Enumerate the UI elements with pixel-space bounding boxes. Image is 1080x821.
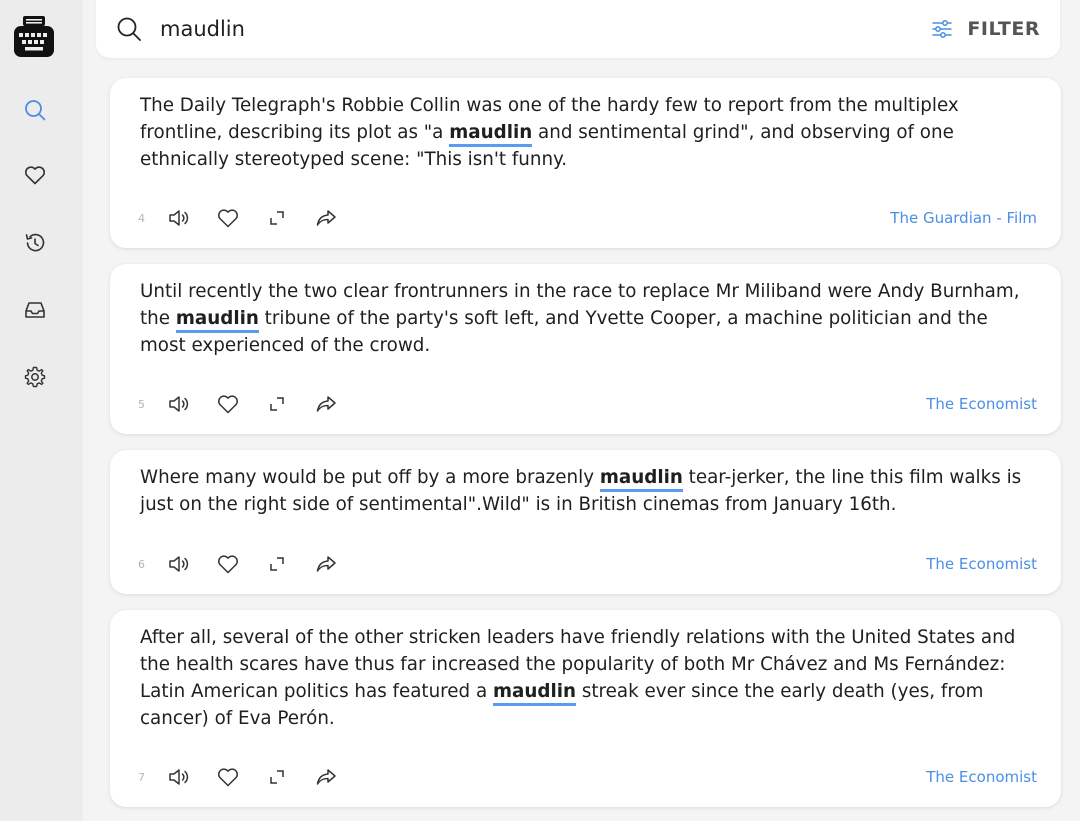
result-index: 7 <box>138 770 145 784</box>
highlighted-word: maudlin <box>599 467 683 492</box>
card-actions: 5 <box>138 389 350 419</box>
sentence-after: tribune of the party's soft left, and Yv… <box>140 308 988 356</box>
speak-button[interactable] <box>154 549 203 579</box>
main-content: FILTER The Daily Telegraph's Robbie Coll… <box>83 0 1080 821</box>
sidebar-item-favorites[interactable] <box>20 160 50 190</box>
card-actions: 4 <box>138 203 350 233</box>
expand-icon <box>269 211 284 225</box>
expand-icon <box>269 770 284 784</box>
expand-button[interactable] <box>252 762 301 792</box>
highlighted-word: maudlin <box>449 122 533 147</box>
heart-icon <box>217 768 238 787</box>
result-index: 5 <box>138 397 145 411</box>
card-actions: 7 <box>138 762 350 792</box>
speaker-icon <box>168 556 188 572</box>
highlighted-word: maudlin <box>492 681 577 706</box>
gear-icon <box>24 366 46 388</box>
favorite-button[interactable] <box>203 389 252 419</box>
heart-icon <box>217 555 238 574</box>
expand-icon <box>269 397 284 411</box>
expand-button[interactable] <box>252 389 301 419</box>
search-bar: FILTER <box>96 0 1060 58</box>
heart-icon <box>217 209 238 228</box>
share-button[interactable] <box>301 203 350 233</box>
speaker-icon <box>168 396 188 412</box>
speak-button[interactable] <box>154 389 203 419</box>
result-index: 6 <box>138 557 145 571</box>
favorite-button[interactable] <box>203 549 252 579</box>
source-link[interactable]: The Economist <box>926 555 1037 573</box>
speaker-icon <box>168 769 188 785</box>
favorite-button[interactable] <box>203 203 252 233</box>
result-sentence: Until recently the two clear frontrunner… <box>140 278 1035 359</box>
share-button[interactable] <box>301 762 350 792</box>
share-icon <box>316 769 336 785</box>
filter-button[interactable]: FILTER <box>931 14 1040 44</box>
result-card: The Daily Telegraph's Robbie Collin was … <box>110 78 1061 248</box>
search-icon <box>117 17 141 41</box>
search-icon <box>25 100 46 121</box>
result-index: 4 <box>138 211 145 225</box>
card-actions: 6 <box>138 549 350 579</box>
heart-icon <box>24 166 46 185</box>
sidebar-item-search[interactable] <box>20 95 50 125</box>
speak-button[interactable] <box>154 203 203 233</box>
share-icon <box>316 396 336 412</box>
heart-icon <box>217 395 238 414</box>
share-icon <box>316 556 336 572</box>
search-input[interactable] <box>160 12 860 46</box>
sidebar-item-history[interactable] <box>20 228 50 258</box>
filter-label: FILTER <box>967 18 1040 40</box>
result-sentence: The Daily Telegraph's Robbie Collin was … <box>140 92 1035 173</box>
source-link[interactable]: The Guardian - Film <box>890 209 1037 227</box>
history-icon <box>25 233 45 252</box>
result-card: Where many would be put off by a more br… <box>110 450 1061 594</box>
sliders-icon <box>932 20 953 38</box>
result-sentence: Where many would be put off by a more br… <box>140 464 1035 518</box>
sidebar-item-settings[interactable] <box>20 362 50 392</box>
expand-icon <box>269 557 284 571</box>
favorite-button[interactable] <box>203 762 252 792</box>
sentence-before: Where many would be put off by a more br… <box>140 467 600 488</box>
result-card: Until recently the two clear frontrunner… <box>110 264 1061 434</box>
speak-button[interactable] <box>154 762 203 792</box>
share-button[interactable] <box>301 389 350 419</box>
share-button[interactable] <box>301 549 350 579</box>
source-link[interactable]: The Economist <box>926 768 1037 786</box>
typewriter-logo-icon[interactable] <box>14 16 54 57</box>
share-icon <box>316 210 336 226</box>
source-link[interactable]: The Economist <box>926 395 1037 413</box>
speaker-icon <box>168 210 188 226</box>
expand-button[interactable] <box>252 549 301 579</box>
sidebar-item-inbox[interactable] <box>20 295 50 325</box>
expand-button[interactable] <box>252 203 301 233</box>
inbox-icon <box>25 302 45 318</box>
highlighted-word: maudlin <box>175 308 259 333</box>
result-sentence: After all, several of the other stricken… <box>140 624 1035 732</box>
sidebar <box>0 0 83 821</box>
result-card: After all, several of the other stricken… <box>110 610 1061 807</box>
